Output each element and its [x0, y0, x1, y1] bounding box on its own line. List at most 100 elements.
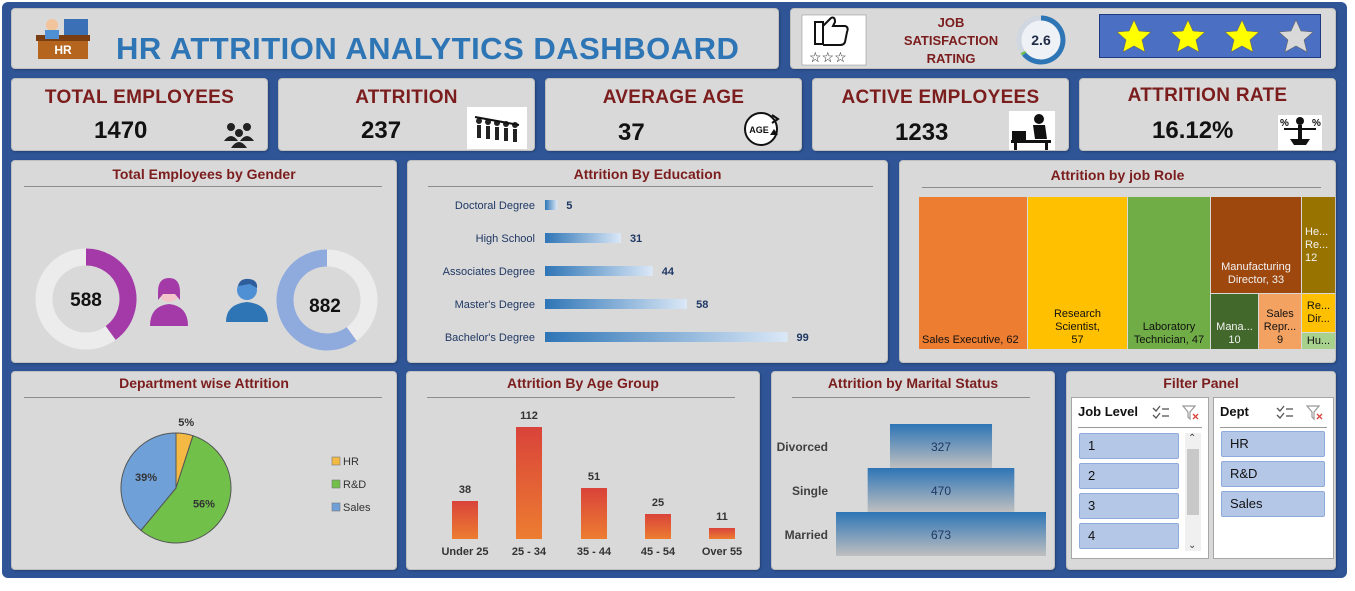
thumbs-up-icon: ☆☆☆: [801, 14, 867, 66]
treemap-label: Mana...: [1216, 321, 1253, 333]
education-category-label: High School: [476, 233, 535, 245]
multi-select-icon[interactable]: [1152, 405, 1170, 421]
marital-chart: 327 Divorced 470 Single 673 Married: [777, 424, 1046, 556]
panel-title: Filter Panel: [1163, 375, 1239, 391]
job-role-treemap: Sales Executive, 62 Research Scientist, 57…: [919, 197, 1335, 351]
age-value-label: 25: [652, 497, 664, 509]
treemap-label: Repr...: [1263, 321, 1297, 333]
education-category-label: Master's Degree: [455, 299, 535, 311]
scroll-up-icon[interactable]: ⌃: [1188, 433, 1196, 444]
clear-filter-icon[interactable]: [1182, 405, 1200, 421]
department-pie-chart: 5% 56% 39% HR R&D Sales: [120, 417, 371, 544]
legend-swatch: [331, 479, 341, 489]
age-bar: [645, 514, 671, 539]
male-icon: [226, 278, 268, 322]
job-level-item[interactable]: 3: [1079, 493, 1179, 519]
pie-value-label: 5%: [178, 417, 194, 429]
treemap-label: Re...: [1306, 300, 1331, 312]
age-bar: [516, 427, 542, 539]
treemap-label: He...: [1305, 225, 1329, 238]
education-chart: Doctoral Degree 5 High School 31 Associates …: [443, 200, 809, 344]
treemap-cell: Hu...: [1302, 333, 1335, 349]
scroll-down-icon[interactable]: ⌄: [1188, 540, 1196, 551]
job-satisfaction-gauge: 2.6: [1016, 15, 1066, 65]
age-value-label: 38: [459, 484, 471, 496]
kpi-value: 1470: [94, 117, 148, 144]
dept-item[interactable]: Sales: [1221, 491, 1325, 517]
treemap-cell: Mana... 10: [1211, 294, 1258, 349]
treemap-label: Re...: [1305, 238, 1329, 251]
divider: [922, 187, 1321, 188]
star-filled-icon: [1170, 19, 1206, 53]
age-group-chart: 38 Under 25 112 25 - 34 51 35 - 44 25 45 - 54 11…: [441, 410, 742, 558]
education-bar: [545, 332, 788, 342]
people-leaving-icon: [467, 107, 527, 149]
education-category-label: Doctoral Degree: [455, 200, 535, 212]
age-category-label: 35 - 44: [577, 546, 612, 558]
age-bar: [709, 528, 735, 539]
job-role-panel: Attrition by job Role Sales Executive, 6…: [899, 160, 1336, 363]
education-panel: Attrition By Education Doctoral Degree 5 H…: [407, 160, 888, 363]
star-empty-icon: [1278, 19, 1314, 53]
department-panel: Department wise Attrition 5% 56% 39% HR R&D S…: [11, 371, 397, 570]
filter-panel: Filter Panel Job Level 1 2 3 4 ⌃ ⌄ Dept: [1066, 371, 1336, 570]
treemap-cell: Sales Repr... 9: [1259, 294, 1301, 349]
job-level-header: Job Level: [1078, 404, 1138, 419]
hr-logo-icon: HR: [36, 19, 90, 59]
treemap-label: 12: [1305, 251, 1318, 264]
legend-swatch: [331, 456, 341, 466]
treemap-cell: Re... Dir...: [1302, 294, 1335, 332]
kpi-attrition: ATTRITION 237: [278, 78, 535, 151]
kpi-total-employees: TOTAL EMPLOYEES 1470: [11, 78, 268, 151]
legend-label: Sales: [343, 502, 371, 514]
treemap-label: 10: [1228, 334, 1241, 346]
treemap-label: 57: [1071, 334, 1084, 346]
pie-value-label: 56%: [193, 498, 215, 510]
age-bar: [581, 488, 607, 539]
job-level-item[interactable]: 2: [1079, 463, 1179, 489]
kpi-label: ATTRITION RATE: [1127, 85, 1288, 106]
education-category-label: Bachelor's Degree: [445, 332, 535, 344]
divider: [1220, 427, 1327, 428]
kpi-active-employees: ACTIVE EMPLOYEES 1233: [812, 78, 1069, 151]
education-bar: [545, 200, 558, 210]
treemap-label: Sales: [1266, 308, 1294, 320]
slicer-scrollbar[interactable]: ⌃ ⌄: [1185, 433, 1201, 551]
age-category-label: 45 - 54: [641, 546, 676, 558]
multi-select-icon[interactable]: [1276, 405, 1294, 421]
dept-item[interactable]: R&D: [1221, 461, 1325, 487]
svg-text:%: %: [1280, 118, 1289, 129]
star-filled-icon: [1116, 19, 1152, 53]
svg-text:%: %: [1312, 118, 1321, 129]
job-satisfaction-value: 2.6: [1031, 32, 1051, 48]
clear-filter-icon[interactable]: [1306, 405, 1324, 421]
education-value-label: 5: [566, 200, 572, 212]
job-level-item[interactable]: 1: [1079, 433, 1179, 459]
job-level-slicer: Job Level 1 2 3 4 ⌃ ⌄: [1071, 397, 1209, 559]
treemap-label: Dir...: [1307, 313, 1330, 325]
legend-label: HR: [343, 456, 359, 468]
job-level-item[interactable]: 4: [1079, 523, 1179, 549]
dept-slicer: Dept HR R&D Sales: [1213, 397, 1334, 559]
education-value-label: 31: [630, 233, 642, 245]
rating-stars-box: [1099, 14, 1321, 58]
marital-panel: Attrition by Marital Status 327 Divorced 4…: [771, 371, 1055, 570]
dept-header: Dept: [1220, 404, 1249, 419]
rating-stars: [1116, 19, 1314, 53]
title-panel: HR HR ATTRITION ANALYTICS DASHBOARD: [11, 8, 779, 69]
male-donut-value: 882: [309, 296, 341, 317]
treemap-label: Research Scientist,: [1053, 308, 1102, 333]
age-group-panel: Attrition By Age Group 38 Under 25 112 25 -…: [406, 371, 760, 570]
marital-category-label: Single: [792, 484, 828, 498]
treemap-cell: Manufacturing Director, 33: [1211, 197, 1301, 293]
percent-balance-icon: % %: [1278, 115, 1322, 150]
dept-item[interactable]: HR: [1221, 431, 1325, 457]
female-icon: [150, 278, 188, 326]
treemap-label: Technician, 47: [1133, 334, 1205, 346]
legend-label: R&D: [343, 479, 366, 491]
kpi-attrition-rate: ATTRITION RATE 16.12% % %: [1079, 78, 1336, 151]
divider: [1078, 427, 1202, 428]
person-at-desk-icon: [1009, 111, 1055, 150]
scroll-thumb[interactable]: [1187, 449, 1199, 515]
age-value-label: 112: [520, 410, 538, 422]
